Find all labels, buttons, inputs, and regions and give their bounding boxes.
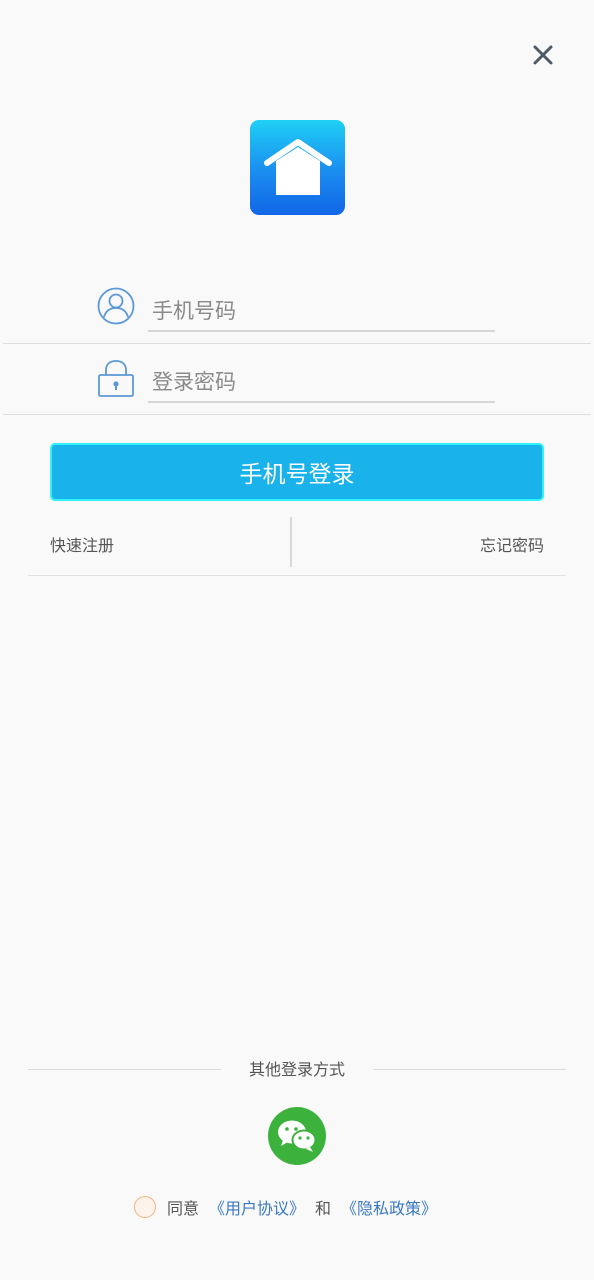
app-logo [250, 120, 345, 215]
agree-and: 和 [315, 1199, 332, 1218]
phone-login-button[interactable]: 手机号登录 [50, 443, 544, 501]
user-agreement-link[interactable]: 《用户协议》 [209, 1195, 305, 1219]
link-separator [290, 517, 292, 567]
agreement-row: 同意 《用户协议》 和 《隐私政策》 [134, 1194, 437, 1220]
privacy-policy-link[interactable]: 《隐私政策》 [341, 1195, 437, 1219]
quick-register-link[interactable]: 快速注册 [50, 532, 114, 556]
other-login-label: 其他登录方式 [248, 1060, 345, 1079]
wechat-login-button[interactable] [268, 1107, 326, 1165]
auth-links-row: 快速注册 忘记密码 [28, 516, 566, 576]
other-login-divider-right [373, 1069, 566, 1070]
user-icon [97, 287, 135, 325]
password-input[interactable] [148, 353, 495, 403]
forgot-password-link[interactable]: 忘记密码 [480, 532, 544, 556]
wechat-icon [278, 1120, 317, 1152]
close-icon [533, 45, 553, 65]
lock-icon [98, 360, 134, 397]
phone-input[interactable] [148, 282, 495, 332]
agree-checkbox[interactable] [134, 1196, 156, 1218]
house-icon [263, 138, 332, 195]
agree-prefix: 同意 [167, 1199, 200, 1218]
other-login-divider-left [28, 1069, 221, 1070]
field-divider [3, 414, 591, 415]
login-page: 手机号登录 快速注册 忘记密码 其他登录方式 同意 《用户协议》 和 《隐私政策… [0, 0, 594, 1280]
field-divider [3, 343, 591, 344]
close-button[interactable] [528, 40, 558, 70]
